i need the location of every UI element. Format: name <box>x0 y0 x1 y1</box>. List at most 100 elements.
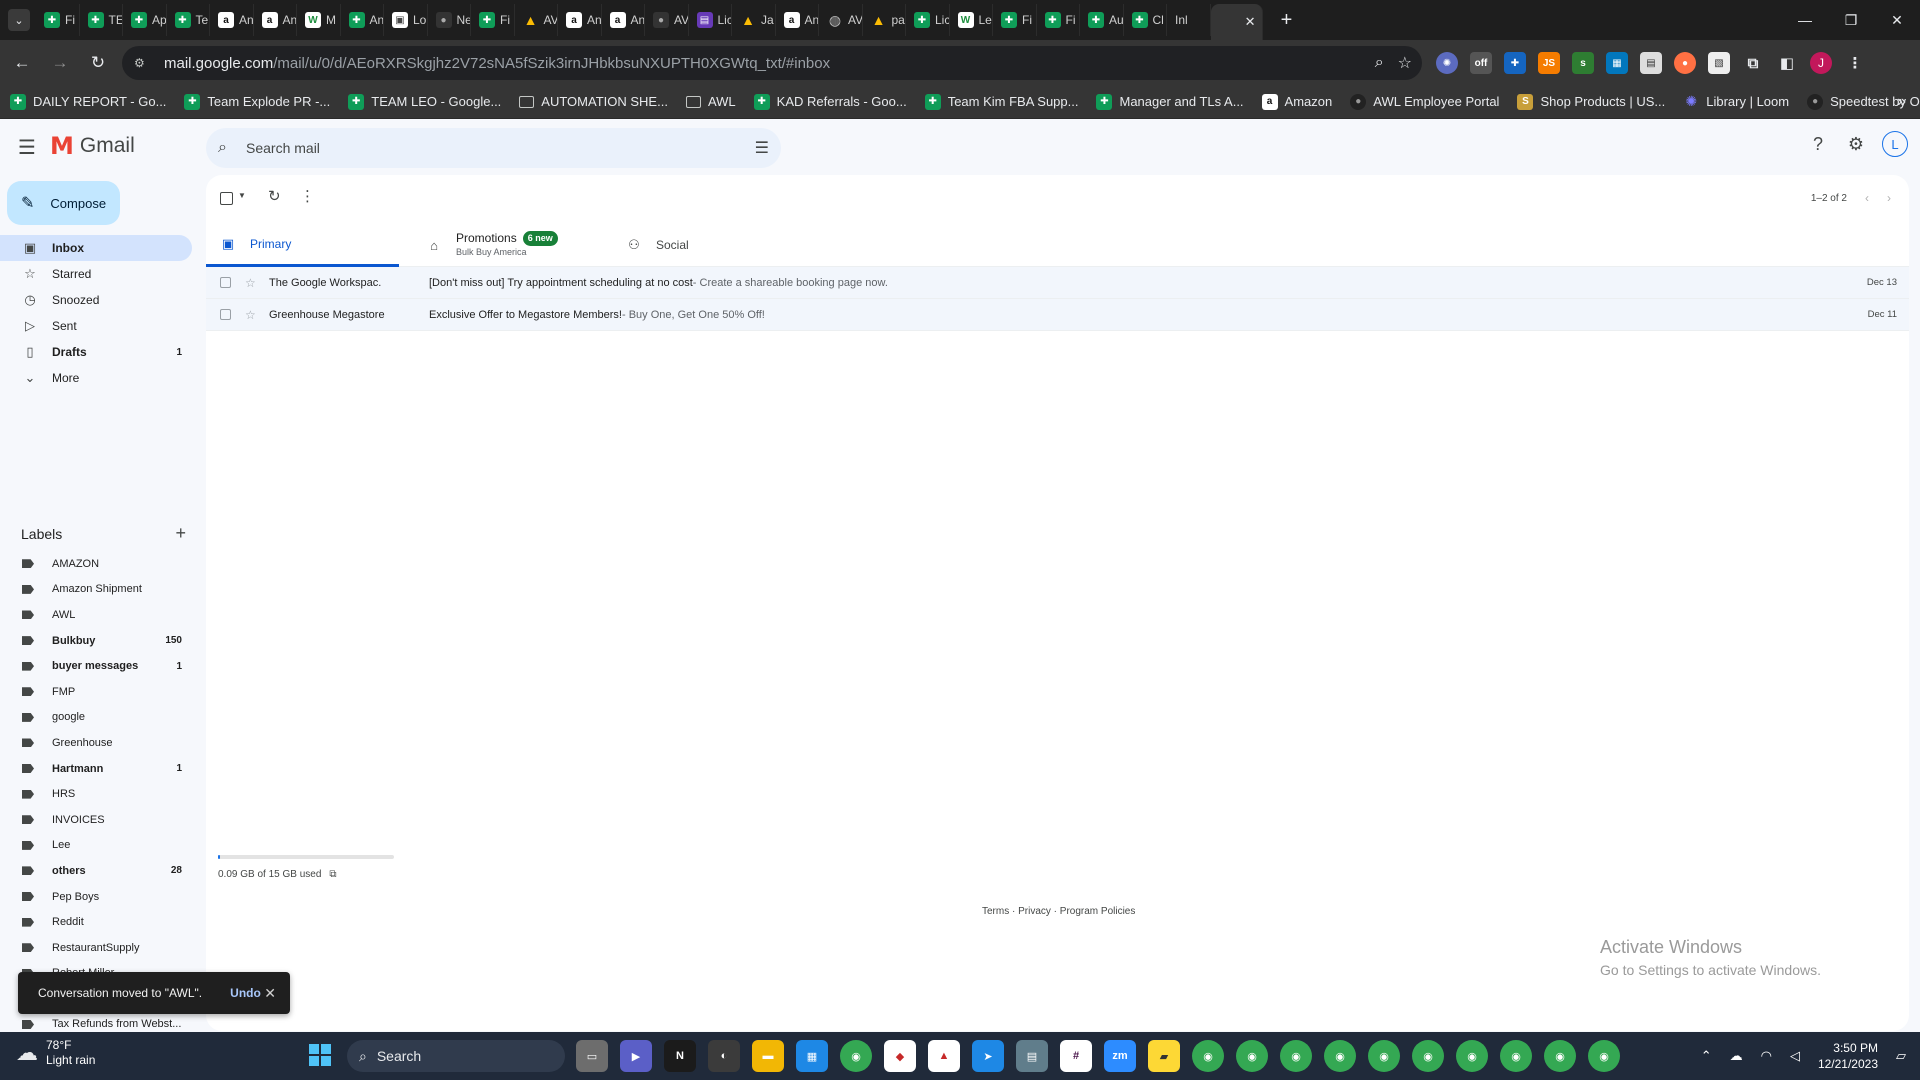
browser-tab[interactable]: a An <box>210 4 254 36</box>
chrome-profile-2-icon[interactable]: ◉ <box>1236 1040 1268 1072</box>
browser-tab[interactable]: ✚ Au <box>1080 4 1124 36</box>
close-window-button[interactable]: ✕ <box>1874 0 1920 40</box>
label-item[interactable]: FMP <box>0 679 192 705</box>
restore-button[interactable]: ❐ <box>1828 0 1874 40</box>
site-info-icon[interactable]: ⚙ <box>134 56 152 70</box>
chrome-profile-4-icon[interactable]: ◉ <box>1324 1040 1356 1072</box>
calculator-icon[interactable]: ▤ <box>1016 1040 1048 1072</box>
older-page-icon[interactable]: › <box>1887 191 1891 205</box>
chrome-profile-6-icon[interactable]: ◉ <box>1412 1040 1444 1072</box>
bookmark-item[interactable]: ✚ DAILY REPORT - Go... <box>10 93 166 110</box>
bookmark-item[interactable]: AUTOMATION SHE... <box>519 94 668 109</box>
forward-button[interactable]: → <box>44 47 76 79</box>
windows-start-icon[interactable] <box>309 1044 331 1066</box>
undo-button[interactable]: Undo <box>230 986 261 1000</box>
search-input[interactable] <box>246 140 726 156</box>
bookmark-item[interactable]: ✺ Library | Loom <box>1683 93 1789 110</box>
extension-js-icon[interactable]: JS <box>1538 52 1560 74</box>
tab-promotions[interactable]: ⌂ Promotions 6 new Bulk Buy America <box>412 223 612 267</box>
slack-icon[interactable]: # <box>1060 1040 1092 1072</box>
browser-tab[interactable]: ▲ Ja <box>732 4 776 36</box>
star-icon[interactable]: ☆ <box>245 308 257 322</box>
email-row[interactable]: ☆ Greenhouse Megastore Exclusive Offer to … <box>206 299 1909 331</box>
taskbar-search[interactable]: ⌕ Search <box>347 1040 565 1072</box>
reload-button[interactable]: ↻ <box>82 47 114 79</box>
label-item[interactable]: Greenhouse <box>0 730 192 756</box>
label-item[interactable]: Bulkbuy 150 <box>0 628 192 654</box>
newer-page-icon[interactable]: ‹ <box>1865 191 1869 205</box>
new-tab-button[interactable]: + <box>1273 9 1301 32</box>
browser-tab[interactable]: ▲ pa <box>863 4 906 36</box>
label-item[interactable]: google <box>0 705 192 731</box>
bookmark-item[interactable]: AWL <box>685 94 736 109</box>
browser-tab[interactable]: a An <box>602 4 645 36</box>
sidebar-item-more[interactable]: ⌄ More <box>0 365 192 391</box>
label-item[interactable]: Lee <box>0 833 192 859</box>
chrome-icon[interactable]: ◉ <box>840 1040 872 1072</box>
weather-widget[interactable]: ☁ 78°F Light rain <box>16 1038 95 1068</box>
browser-tab[interactable]: ✚ Cl <box>1124 4 1167 36</box>
browser-menu-icon[interactable]: ⋮ <box>1844 52 1866 74</box>
main-menu-icon[interactable]: ☰ <box>18 135 36 160</box>
volume-icon[interactable]: ◁ <box>1790 1048 1800 1064</box>
extension-circle-icon[interactable]: ● <box>1674 52 1696 74</box>
chrome-profile-7-icon[interactable]: ◉ <box>1456 1040 1488 1072</box>
browser-tab[interactable]: a An <box>776 4 819 36</box>
label-item[interactable]: buyer messages 1 <box>0 653 192 679</box>
tab-primary[interactable]: ▣ Primary <box>206 223 399 267</box>
email-row[interactable]: ☆ The Google Workspac. [Don't miss out] Tr… <box>206 267 1909 299</box>
sidebar-item-sent[interactable]: ▷ Sent <box>0 313 192 339</box>
sidebar-item-drafts[interactable]: ▯ Drafts 1 <box>0 339 192 365</box>
chrome-profile-9-icon[interactable]: ◉ <box>1544 1040 1576 1072</box>
settings-gear-icon[interactable]: ⚙ <box>1844 132 1868 156</box>
label-item[interactable]: RestaurantSupply <box>0 935 192 961</box>
task-view-icon[interactable]: ▭ <box>576 1040 608 1072</box>
edge-icon[interactable]: ◐ <box>708 1040 740 1072</box>
row-checkbox[interactable] <box>220 309 231 320</box>
browser-tab[interactable]: ✚ Fi <box>36 4 80 36</box>
browser-tab[interactable]: a An <box>558 4 602 36</box>
chrome-profile-5-icon[interactable]: ◉ <box>1368 1040 1400 1072</box>
browser-tab[interactable]: ✚ Fi <box>471 4 515 36</box>
browser-tab[interactable]: ◍ AV <box>819 4 863 36</box>
clock[interactable]: 3:50 PM 12/21/2023 <box>1818 1040 1878 1072</box>
tray-chevron-icon[interactable]: ⌃ <box>1701 1048 1712 1064</box>
browser-tab[interactable]: ✚ Lic <box>906 4 950 36</box>
extensions-puzzle-icon[interactable]: ⧉ <box>1742 52 1764 74</box>
side-panel-icon[interactable]: ◧ <box>1776 52 1798 74</box>
bookmark-item[interactable]: ✚ Manager and TLs A... <box>1096 93 1244 110</box>
minimize-button[interactable]: — <box>1782 0 1828 40</box>
extension-chart-icon[interactable]: ▤ <box>1640 52 1662 74</box>
address-bar[interactable]: ⚙ mail.google.com/mail/u/0/d/AEoRXRSkgjh… <box>122 46 1422 80</box>
wifi-icon[interactable]: ◠ <box>1761 1048 1772 1064</box>
zoom-icon[interactable]: zm <box>1104 1040 1136 1072</box>
label-item[interactable]: Amazon Shipment <box>0 577 192 603</box>
footer-links[interactable]: Terms · Privacy · Program Policies <box>982 906 1135 917</box>
label-item[interactable]: Reddit <box>0 909 192 935</box>
bookmark-star-icon[interactable]: ☆ <box>1398 53 1412 73</box>
close-tab-icon[interactable]: ✕ <box>1245 14 1256 30</box>
browser-tab-active[interactable]: M✕ <box>0 4 1263 135</box>
file-explorer-icon[interactable]: ▬ <box>752 1040 784 1072</box>
notifications-icon[interactable]: ▱ <box>1896 1048 1906 1064</box>
calendar-icon[interactable]: ▦ <box>796 1040 828 1072</box>
bookmark-item[interactable]: ✚ Team Kim FBA Supp... <box>924 93 1078 110</box>
browser-tab[interactable]: ▲ AV <box>515 4 558 36</box>
browser-profile-avatar[interactable]: J <box>1810 52 1832 74</box>
create-label-icon[interactable]: + <box>175 523 186 544</box>
bookmark-item[interactable]: ✚ TEAM LEO - Google... <box>348 93 501 110</box>
select-dropdown-icon[interactable]: ▼ <box>238 191 246 200</box>
bookmark-item[interactable]: ✚ KAD Referrals - Goo... <box>753 93 907 110</box>
browser-tab[interactable]: ● AV <box>645 4 689 36</box>
bookmark-item[interactable]: S Shop Products | US... <box>1517 93 1665 110</box>
browser-tab[interactable]: ✚ Fi <box>993 4 1037 36</box>
search-options-icon[interactable]: ☰ <box>755 138 769 158</box>
compose-button[interactable]: ✎ Compose <box>7 181 120 225</box>
browser-tab[interactable]: ✚ Te <box>167 4 210 36</box>
teams-icon[interactable]: ▶ <box>620 1040 652 1072</box>
bookmark-item[interactable]: ● AWL Employee Portal <box>1350 93 1499 110</box>
tab-search-menu-button[interactable]: ⌄ <box>8 9 30 31</box>
browser-tab[interactable]: ✚ TE <box>80 4 123 36</box>
browser-tab[interactable]: W Le <box>950 4 993 36</box>
label-item[interactable]: Hartmann 1 <box>0 756 192 782</box>
